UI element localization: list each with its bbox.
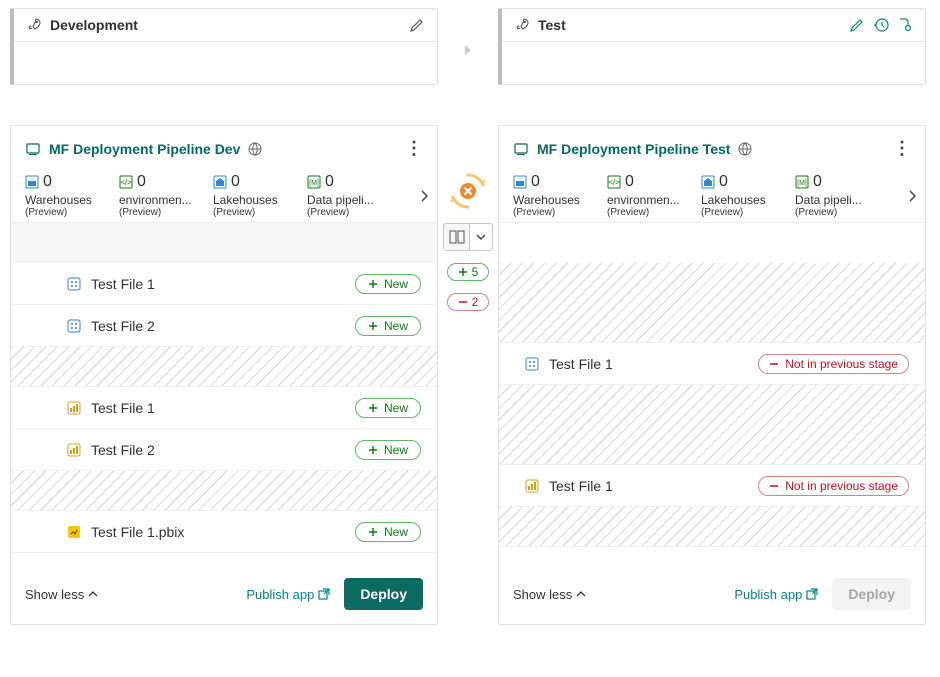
counter-warehouses[interactable]: 0 Warehouses (Preview): [25, 173, 119, 218]
workspace-icon: [25, 141, 41, 157]
show-less-toggle[interactable]: Show less: [513, 587, 586, 602]
compare-view-icon[interactable]: [444, 224, 470, 250]
edit-icon[interactable]: [849, 17, 865, 33]
list-placeholder: [499, 263, 925, 343]
list-item[interactable]: Test File 1 New: [11, 387, 437, 429]
list-placeholder: [11, 347, 437, 387]
item-name: Test File 1: [91, 276, 155, 292]
item-name: Test File 1.pbix: [91, 524, 184, 540]
svg-text:[M]: [M]: [309, 180, 319, 187]
deploy-button[interactable]: Deploy: [344, 578, 423, 610]
stage-card-development: Development: [10, 8, 438, 85]
more-menu[interactable]: ⋮: [397, 138, 431, 159]
stage-title: Test: [538, 17, 566, 33]
web-icon: [248, 142, 262, 156]
list-item[interactable]: Test File 1 Not in previous stage: [499, 343, 925, 385]
counters-next[interactable]: [419, 189, 429, 203]
list-item[interactable]: Test File 2 New: [11, 429, 437, 471]
item-name: Test File 1: [91, 400, 155, 416]
publish-app-link[interactable]: Publish app: [734, 587, 818, 602]
status-pill-new[interactable]: New: [355, 440, 421, 460]
dataset-icon: [67, 319, 81, 333]
added-count-badge: 5: [447, 263, 490, 281]
show-less-toggle[interactable]: Show less: [25, 587, 98, 602]
stage-arrow: [438, 8, 498, 56]
rocket-icon: [26, 17, 42, 33]
list-placeholder: [11, 223, 437, 263]
dataset-icon: [525, 357, 539, 371]
svg-text:</>: </>: [608, 178, 620, 187]
pbix-icon: [67, 525, 81, 539]
list-placeholder: [499, 385, 925, 465]
counter-pipelines[interactable]: [M]0 Data pipeli... (Preview): [307, 173, 401, 218]
list-item[interactable]: Test File 1 New: [11, 263, 437, 305]
item-name: Test File 2: [91, 318, 155, 334]
more-menu[interactable]: ⋮: [885, 138, 919, 159]
panel-title: MF Deployment Pipeline Test: [537, 141, 730, 157]
web-icon: [738, 142, 752, 156]
counter-lakehouses[interactable]: 0 Lakehouses (Preview): [701, 173, 795, 218]
compare-dropdown[interactable]: [470, 224, 492, 250]
deploy-button-disabled: Deploy: [832, 578, 911, 610]
test-panel: MF Deployment Pipeline Test ⋮ 0 Warehous…: [498, 125, 926, 625]
report-icon: [525, 479, 539, 493]
history-icon[interactable]: [873, 17, 889, 33]
counter-warehouses[interactable]: 0 Warehouses (Preview): [513, 173, 607, 218]
counters-row: 0 Warehouses (Preview) </>0 environmen..…: [499, 171, 925, 223]
sync-mismatch-icon: [448, 171, 488, 211]
counters-row: 0 Warehouses (Preview) </>0 environmen..…: [11, 171, 437, 223]
list-item[interactable]: Test File 2 New: [11, 305, 437, 347]
list-placeholder: [499, 223, 925, 263]
panel-title: MF Deployment Pipeline Dev: [49, 141, 240, 157]
counter-environments[interactable]: </>0 environmen... (Preview): [607, 173, 701, 218]
status-pill-missing[interactable]: Not in previous stage: [758, 354, 909, 374]
status-pill-new[interactable]: New: [355, 316, 421, 336]
status-pill-new[interactable]: New: [355, 398, 421, 418]
report-icon: [67, 401, 81, 415]
stage-title: Development: [50, 17, 138, 33]
list-placeholder: [499, 507, 925, 547]
settings-icon[interactable]: [897, 17, 913, 33]
counter-environments[interactable]: </>0 environmen... (Preview): [119, 173, 213, 218]
counter-lakehouses[interactable]: 0 Lakehouses (Preview): [213, 173, 307, 218]
status-pill-new[interactable]: New: [355, 522, 421, 542]
svg-text:</>: </>: [120, 178, 132, 187]
report-icon: [67, 443, 81, 457]
removed-count-badge: 2: [447, 293, 490, 311]
edit-icon[interactable]: [409, 17, 425, 33]
stage-card-test: Test: [498, 8, 926, 85]
compare-toggle[interactable]: [443, 223, 493, 251]
item-name: Test File 1: [549, 356, 613, 372]
list-placeholder: [11, 471, 437, 511]
list-item[interactable]: Test File 1 Not in previous stage: [499, 465, 925, 507]
status-pill-missing[interactable]: Not in previous stage: [758, 476, 909, 496]
publish-app-link[interactable]: Publish app: [246, 587, 330, 602]
status-pill-new[interactable]: New: [355, 274, 421, 294]
workspace-icon: [513, 141, 529, 157]
counter-pipelines[interactable]: [M]0 Data pipeli... (Preview): [795, 173, 889, 218]
counters-next[interactable]: [907, 189, 917, 203]
compare-column: 5 2: [438, 125, 498, 311]
list-item[interactable]: Test File 1.pbix New: [11, 511, 437, 553]
item-name: Test File 1: [549, 478, 613, 494]
dev-panel: MF Deployment Pipeline Dev ⋮ 0 Warehouse…: [10, 125, 438, 625]
dataset-icon: [67, 277, 81, 291]
rocket-icon: [514, 17, 530, 33]
item-name: Test File 2: [91, 442, 155, 458]
svg-text:[M]: [M]: [797, 180, 807, 187]
